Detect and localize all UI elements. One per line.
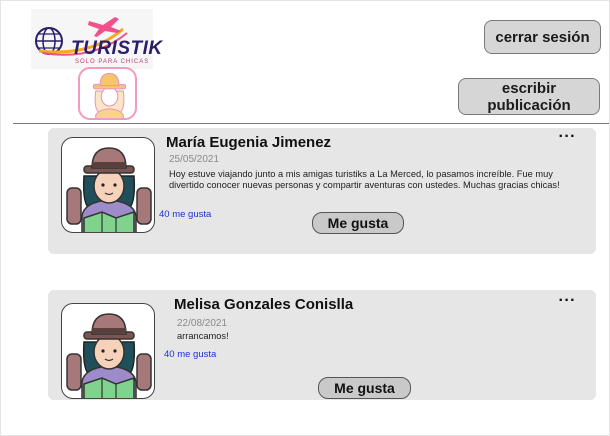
turistik-feed-page: TURISTIK SOLO PARA CHICAS cerrar sesión … [0, 0, 610, 436]
author-avatar[interactable] [61, 137, 155, 233]
like-button[interactable]: Me gusta [318, 377, 411, 399]
traveler-avatar-icon [92, 72, 127, 118]
logout-button[interactable]: cerrar sesión [484, 20, 601, 54]
post-date: 22/08/2021 [177, 318, 228, 329]
turistik-logo[interactable]: TURISTIK SOLO PARA CHICAS [31, 9, 162, 69]
logo-tagline: SOLO PARA CHICAS [75, 59, 150, 65]
post-card: María Eugenia Jimenez 25/05/2021 Hoy est… [48, 128, 596, 254]
post-like-count[interactable]: 40 me gusta [164, 349, 216, 360]
current-user-avatar[interactable] [78, 67, 137, 120]
post-author-name[interactable]: Melisa Gonzales Conislla [174, 296, 353, 313]
post-like-count[interactable]: 40 me gusta [159, 209, 211, 220]
logo-brand-text: TURISTIK [71, 38, 163, 59]
more-options-ellipsis-icon[interactable]: ··· [559, 128, 576, 146]
author-avatar[interactable] [61, 303, 155, 399]
post-text: Hoy estuve viajando junto a mis amigas t… [169, 169, 560, 190]
like-button[interactable]: Me gusta [312, 212, 404, 234]
post-text: arrancamos! [177, 331, 229, 341]
post-author-name[interactable]: María Eugenia Jimenez [166, 134, 331, 151]
post-card: Melisa Gonzales Conislla 22/08/2021 arra… [48, 290, 596, 400]
post-date: 25/05/2021 [169, 154, 220, 165]
traveler-avatar-icon [62, 138, 155, 233]
header-divider [13, 123, 609, 124]
more-options-ellipsis-icon[interactable]: ··· [559, 292, 576, 310]
write-post-button[interactable]: escribir publicación [458, 78, 600, 115]
traveler-avatar-icon [62, 304, 155, 399]
